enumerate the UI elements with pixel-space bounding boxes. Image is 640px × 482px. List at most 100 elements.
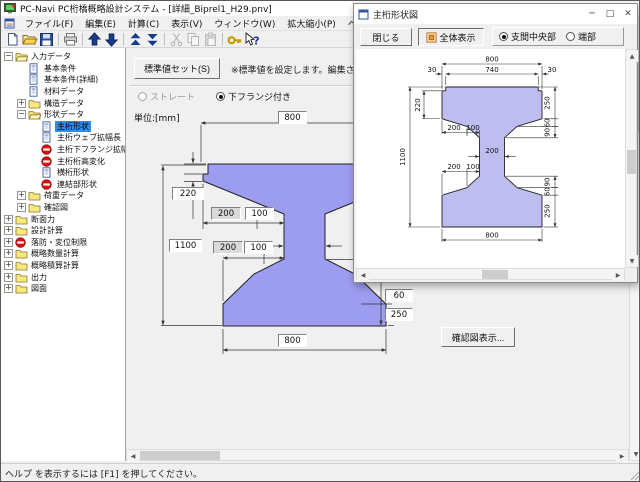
navigation-tree: −入力データ基本条件基本条件(詳細)材料データ+構造データ−形状データ主桁形状主… — [1, 48, 126, 461]
menu-item-4[interactable]: ウィンドウ(W) — [208, 17, 281, 30]
tree-item-14[interactable]: +断面力 — [1, 213, 125, 225]
scroll-left-icon[interactable]: ◀ — [127, 450, 139, 462]
copy-icon — [185, 32, 202, 47]
tree-item-16[interactable]: + 落防・変位制限 — [1, 237, 125, 249]
tree-item-0[interactable]: −入力データ — [1, 51, 125, 63]
tree-item-8[interactable]: 主桁下フランジ拡幅長 — [1, 144, 125, 156]
tree-item-15[interactable]: + 設計計算 — [1, 225, 125, 237]
expand-icon[interactable]: + — [4, 284, 13, 293]
tree-item-7[interactable]: 主桁ウェブ拡幅長 — [1, 132, 125, 144]
help-icon[interactable]: ? — [243, 32, 260, 47]
expand-icon[interactable]: + — [4, 249, 13, 258]
tree-item-11[interactable]: 連結部形状 — [1, 179, 125, 191]
folder-icon — [15, 260, 29, 271]
key-icon[interactable] — [226, 32, 243, 47]
dialog-scroll-down-icon[interactable]: ▼ — [626, 255, 638, 267]
tree-item-4[interactable]: +構造データ — [1, 97, 125, 109]
dim-taper60-bottom: 60 — [544, 187, 552, 196]
save-icon[interactable] — [38, 32, 55, 47]
tree-item-12[interactable]: +荷重データ — [1, 190, 125, 202]
dialog-title-bar[interactable]: 主桁形状図 ─ □ ✕ — [354, 4, 637, 24]
doc-icon — [28, 86, 42, 97]
dialog-horizontal-scrollbar[interactable]: ◀ ▶ — [356, 268, 625, 280]
dim-input-side-250[interactable] — [385, 308, 413, 321]
dim-input-top-width[interactable] — [278, 111, 307, 124]
folder-icon — [15, 283, 29, 294]
open-icon[interactable] — [21, 32, 38, 47]
menu-item-5[interactable]: 拡大縮小(P) — [281, 17, 341, 30]
collapse-icon[interactable]: − — [4, 52, 13, 61]
dim-notch-left: 30 — [428, 66, 437, 74]
folderOpen-icon — [28, 109, 42, 120]
tree-item-20[interactable]: +図面 — [1, 283, 125, 295]
tree-item-label: 落防・変位制限 — [29, 237, 89, 248]
tree-item-label: 基本条件 — [42, 63, 78, 74]
print-icon[interactable] — [62, 32, 79, 47]
move-down-icon[interactable] — [103, 32, 120, 47]
status-text: ヘルプ を表示するには [F1] を押してください。 — [5, 467, 202, 480]
dialog-close-button[interactable]: 閉じる — [360, 28, 412, 46]
fit-view-button[interactable]: 全体表示 — [418, 28, 484, 46]
tree-item-10[interactable]: 横桁形状 — [1, 167, 125, 179]
radio-end-circle[interactable] — [566, 32, 575, 41]
dim-input-side-60[interactable] — [385, 289, 413, 302]
maximize-icon[interactable]: □ — [601, 9, 619, 19]
dialog-vertical-scrollbar[interactable]: ▲ ▼ — [625, 49, 637, 268]
move-top-icon[interactable] — [127, 32, 144, 47]
stop-icon — [41, 179, 55, 190]
scroll-right-icon[interactable]: ▶ — [616, 450, 628, 462]
dialog-icon — [358, 9, 369, 20]
tree-item-17[interactable]: + 概略数量計算 — [1, 248, 125, 260]
dialog-scroll-right-icon[interactable]: ▶ — [612, 269, 624, 281]
expand-icon[interactable]: + — [4, 238, 13, 247]
tree-item-1[interactable]: 基本条件 — [1, 63, 125, 75]
resize-grip-icon[interactable] — [628, 469, 640, 481]
tree-item-label: 設計計算 — [29, 225, 65, 236]
expand-icon[interactable]: + — [17, 203, 26, 212]
tree-item-13[interactable]: +確認図 — [1, 202, 125, 214]
menu-items: ファイル(F)編集(E)計算(C)表示(V)ウィンドウ(W)拡大縮小(P)ヘルプ… — [19, 17, 395, 30]
tree-item-9[interactable]: 主桁桁高変化 — [1, 155, 125, 167]
tree-item-2[interactable]: 基本条件(詳細) — [1, 74, 125, 86]
dim-taper60-top: 60 — [544, 118, 552, 127]
expand-icon[interactable]: + — [4, 273, 13, 282]
tree-item-label: 概略数量計算 — [29, 248, 81, 259]
expand-icon[interactable]: + — [4, 226, 13, 235]
main-horizontal-scrollbar[interactable]: ◀ ▶ — [126, 449, 629, 461]
new-icon[interactable] — [4, 32, 21, 47]
tree-item-5[interactable]: −形状データ — [1, 109, 125, 121]
tree-item-18[interactable]: +概略積算計算 — [1, 260, 125, 272]
app-icon — [4, 3, 16, 14]
close-icon[interactable]: ✕ — [619, 9, 637, 19]
move-bottom-icon[interactable] — [144, 32, 161, 47]
minimize-icon[interactable]: ─ — [583, 9, 601, 19]
dim-input-height[interactable] — [169, 239, 202, 252]
radio-midspan-circle[interactable] — [499, 32, 508, 41]
collapse-icon[interactable]: − — [17, 110, 26, 119]
menu-item-0[interactable]: ファイル(F) — [19, 17, 79, 30]
tree-item-19[interactable]: +出力 — [1, 271, 125, 283]
move-up-icon[interactable] — [86, 32, 103, 47]
dim-input-upper-100[interactable] — [245, 207, 274, 220]
dim-input-bottom-width[interactable] — [278, 334, 307, 347]
expand-icon[interactable]: + — [17, 99, 26, 108]
dim-input-flange-edge[interactable] — [172, 187, 204, 200]
dialog-scroll-left-icon[interactable]: ◀ — [357, 269, 369, 281]
dim-input-lower-100[interactable] — [244, 241, 273, 254]
dim-haunch-u-200: 200 — [447, 124, 460, 132]
menu-item-3[interactable]: 表示(V) — [165, 17, 208, 30]
dim-top: 800 — [485, 56, 498, 64]
expand-icon[interactable]: + — [4, 261, 13, 270]
menu-item-1[interactable]: 編集(E) — [79, 17, 122, 30]
dim-edge-right: 250 — [544, 96, 552, 109]
tree-item-3[interactable]: 材料データ — [1, 86, 125, 98]
tree-item-6[interactable]: 主桁形状 — [1, 121, 125, 133]
tree-item-label: 連結部形状 — [55, 179, 99, 190]
expand-icon[interactable]: + — [17, 191, 26, 200]
folder-icon — [15, 272, 29, 283]
menu-item-2[interactable]: 計算(C) — [122, 17, 165, 30]
confirm-drawing-button[interactable]: 確認図表示... — [441, 327, 515, 347]
expand-icon[interactable]: + — [4, 215, 13, 224]
scroll-down-icon[interactable]: ▼ — [630, 448, 640, 460]
dialog-scroll-up-icon[interactable]: ▲ — [626, 50, 638, 62]
